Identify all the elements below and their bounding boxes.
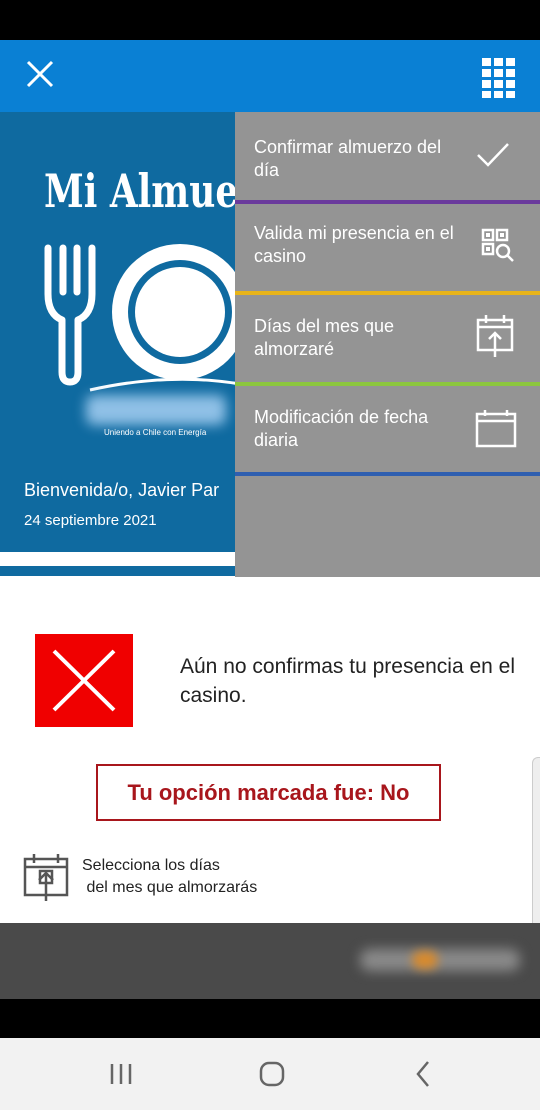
- cutlery-plate-illustration: [44, 244, 248, 392]
- footer-logo: [360, 949, 520, 971]
- menu-item-valida-presencia[interactable]: Valida mi presencia en el casino: [235, 204, 540, 292]
- calendar-upload-icon[interactable]: [22, 851, 70, 903]
- home-button[interactable]: [250, 1056, 294, 1092]
- menu-item-modificacion-fecha[interactable]: Modificación de fecha diaria: [235, 386, 540, 472]
- selected-option-box: Tu opción marcada fue: No: [96, 764, 441, 821]
- menu-item-label: Días del mes que almorzaré: [254, 316, 395, 359]
- menu-item-label: Confirmar almuerzo del día: [254, 137, 442, 180]
- apps-grid-button[interactable]: [478, 56, 526, 100]
- menu-item-label: Valida mi presencia en el casino: [254, 223, 454, 266]
- qr-scan-icon: [481, 228, 514, 262]
- app-bar: [0, 40, 540, 112]
- close-icon: [26, 60, 54, 88]
- red-x-icon: [35, 634, 133, 727]
- footer-logo-accent: [412, 951, 438, 969]
- menu-item-label: Modificación de fecha diaria: [254, 407, 429, 450]
- footer-bar: [0, 923, 540, 999]
- system-nav-bar: [0, 1038, 540, 1110]
- home-icon: [259, 1061, 285, 1087]
- selected-option-text: Tu opción marcada fue: No: [127, 779, 410, 805]
- back-button[interactable]: [400, 1056, 444, 1092]
- recents-button[interactable]: [100, 1056, 144, 1092]
- welcome-text: Bienvenida/o, Javier Par: [24, 480, 220, 500]
- back-icon: [416, 1061, 429, 1087]
- calendar-upload-icon: [476, 315, 514, 357]
- menu-item-dias-del-mes[interactable]: Días del mes que almorzaré: [235, 295, 540, 383]
- status-bar: [0, 0, 540, 40]
- banner-tagline: Uniendo a Chile con Energía: [104, 428, 207, 437]
- recents-icon: [110, 1064, 132, 1084]
- menu-item-confirmar-almuerzo[interactable]: Confirmar almuerzo del día: [235, 112, 540, 202]
- select-days-link[interactable]: Selecciona los días del mes que almorzar…: [82, 855, 257, 899]
- check-icon: [477, 143, 509, 167]
- calendar-icon: [475, 410, 517, 448]
- dropdown-menu: Confirmar almuerzo del día Valida mi pre…: [235, 112, 540, 577]
- presence-status-text: Aún no confirmas tu presencia en el casi…: [180, 655, 516, 707]
- close-button[interactable]: [18, 52, 66, 100]
- company-logo: [86, 395, 226, 425]
- apps-grid-icon: [482, 58, 515, 98]
- menu-separator: [235, 472, 540, 476]
- current-date: 24 septiembre 2021: [24, 512, 157, 529]
